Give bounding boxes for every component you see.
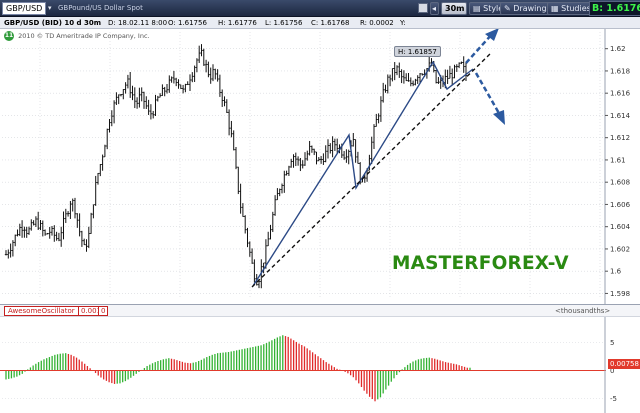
oscillator-canvas[interactable]: 50-5 (0, 317, 640, 413)
oscillator-name[interactable]: AwesomeOscillator (4, 306, 79, 316)
down-arrow-line[interactable] (474, 72, 502, 116)
studies-button-label: Studies (561, 4, 591, 13)
price-bars (4, 44, 468, 289)
timeframe-value: 30m (445, 4, 465, 13)
studies-button[interactable]: ▦ Studies (547, 2, 595, 15)
bar-low: L: 1.61756 (265, 19, 303, 27)
bid-price-value: 1.6176 (606, 3, 640, 14)
bar-range: R: 0.0002 (360, 19, 394, 27)
up-arrow-line[interactable] (465, 32, 494, 64)
masterforex-watermark: MASTERFOREX-V (392, 253, 569, 274)
price-tick-label: 1.61 (610, 156, 626, 164)
instrument-description: GBPound/US Dollar Spot (58, 4, 143, 12)
ohlc-info-bar: GBP/USD (BID) 10 d 30m D: 18.02.11 8:00 … (0, 17, 640, 29)
symbol-input[interactable]: GBP/USD (2, 2, 46, 15)
symbol-dropdown-icon[interactable]: ▾ (48, 3, 52, 14)
price-tick-label: 1.614 (610, 112, 631, 120)
price-axis: 1.62 1.618 1.616 1.614 1.612 1.61 1.608 1.606 1.… (604, 29, 631, 304)
copyright-text: 2010 © TD Ameritrade IP Company, Inc. (18, 32, 150, 40)
oscillator-current-value: 0.00758 (608, 359, 640, 369)
price-tick-label: 1.62 (610, 45, 626, 53)
symbol-spec: GBP/USD (BID) 10 d 30m (4, 19, 101, 27)
copyright-row: 11 2010 © TD Ameritrade IP Company, Inc. (4, 30, 150, 42)
oscillator-param-2: 0 (98, 306, 109, 316)
oscillator-pane[interactable]: AwesomeOscillator 0.001 0 <thousandths> … (0, 304, 640, 413)
price-tick-label: 1.618 (610, 67, 630, 75)
oscillator-units: <thousandths> (555, 307, 611, 315)
oscillator-header: AwesomeOscillator 0.001 0 <thousandths> (0, 305, 640, 317)
price-tick-label: 1.606 (610, 201, 631, 209)
price-tick-label: 1.602 (610, 245, 630, 253)
bar-date: D: 18.02.11 8:00 (108, 19, 168, 27)
price-tick-label: 1.612 (610, 134, 630, 142)
chart-toolbar: GBP/USD ▾ GBPound/US Dollar Spot ◂ 30m ▤… (0, 0, 640, 17)
style-icon: ▤ (473, 4, 481, 13)
osc-tick-label: 5 (610, 339, 614, 347)
drawings-button-label: Drawings (513, 4, 551, 13)
timeframe-left-button[interactable]: ◂ (430, 2, 439, 15)
link-toggle-checkbox[interactable] (418, 3, 428, 13)
price-tick-label: 1.6 (610, 268, 622, 276)
support-trend-line[interactable] (251, 51, 493, 288)
timeframe-selector[interactable]: 30m (441, 2, 467, 15)
osc-tick-label: -5 (610, 395, 617, 403)
drawings-icon: ✎ (504, 4, 511, 13)
symbol-input-value: GBP/USD (6, 4, 43, 13)
price-chart-pane[interactable]: 1.62 1.618 1.616 1.614 1.612 1.61 1.608 1.606 1.… (0, 29, 640, 304)
price-tick-label: 1.616 (610, 90, 631, 98)
price-tick-label: 1.608 (610, 179, 630, 187)
high-price-label: H: 1.61857 (394, 46, 441, 57)
bid-prefix: B: (592, 3, 604, 14)
y-readout: Y: (400, 19, 406, 27)
bid-price-display: B: 1.6176 (589, 1, 640, 16)
price-tick-label: 1.604 (610, 223, 631, 231)
bar-high: H: 1.61776 (218, 19, 257, 27)
price-tick-label: 1.598 (610, 290, 630, 298)
studies-icon: ▦ (551, 4, 559, 13)
drawing-overlays (251, 29, 505, 288)
bar-open: O: 1.61756 (168, 19, 207, 27)
down-arrow-icon (493, 110, 505, 125)
oscillator-bars (5, 335, 471, 402)
chart-badge: 11 (4, 31, 14, 41)
up-arrow-icon (485, 29, 499, 41)
bar-close: C: 1.61768 (311, 19, 350, 27)
